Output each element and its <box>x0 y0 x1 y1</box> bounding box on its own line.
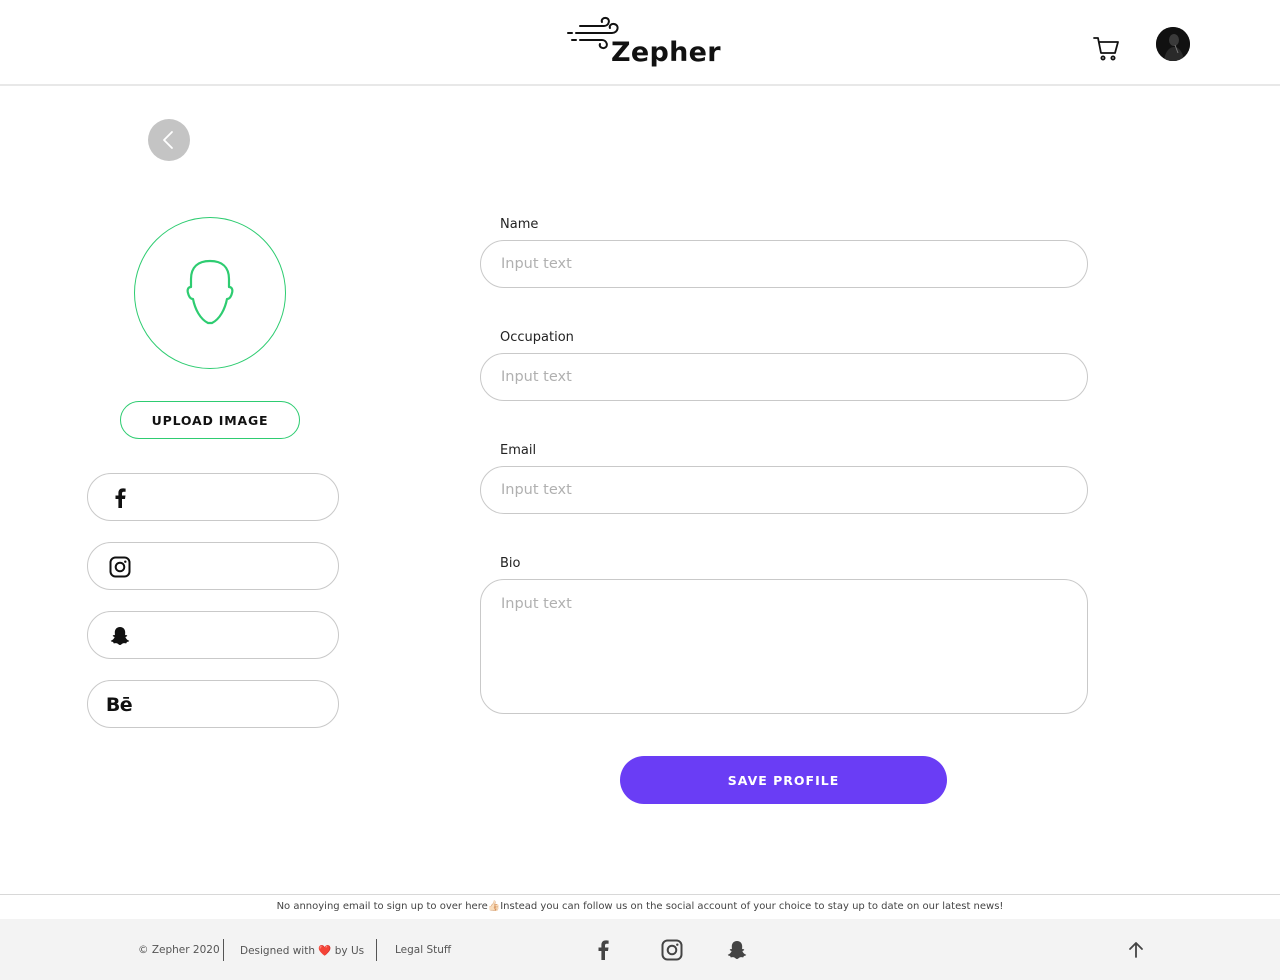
footer-facebook-icon[interactable] <box>591 938 615 962</box>
cart-button[interactable] <box>1092 34 1120 62</box>
by-us-label: by Us <box>334 945 365 957</box>
snapchat-icon <box>108 624 132 648</box>
profile-photo-placeholder[interactable] <box>134 217 286 369</box>
cart-icon <box>1093 37 1119 61</box>
top-header: Zepher <box>0 0 1280 86</box>
behance-field[interactable]: Bē <box>87 680 339 728</box>
designed-with-label: Designed with <box>240 945 315 957</box>
footer-bar: © Zepher 2020 Designed with ❤️ by Us Leg… <box>0 919 1280 980</box>
occupation-label: Occupation <box>500 330 574 345</box>
copyright-text: © Zepher 2020 <box>138 944 220 956</box>
legal-stuff-link[interactable]: Legal Stuff <box>395 944 451 956</box>
snapchat-field[interactable] <box>87 611 339 659</box>
name-input[interactable] <box>480 240 1088 288</box>
footer-divider <box>0 894 1280 895</box>
instagram-field[interactable] <box>87 542 339 590</box>
instagram-input[interactable] <box>144 551 324 581</box>
upload-image-button[interactable]: UPLOAD IMAGE <box>120 401 300 439</box>
avatar-image <box>1156 27 1190 61</box>
brand-name: Zepher <box>611 37 721 68</box>
arrow-up-icon <box>1129 942 1143 958</box>
designed-with-text: Designed with ❤️ by Us <box>240 944 364 957</box>
scroll-to-top-button[interactable] <box>1124 938 1148 962</box>
facebook-icon <box>108 486 132 510</box>
email-label: Email <box>500 443 537 458</box>
email-input[interactable] <box>480 466 1088 514</box>
footer-separator <box>223 939 224 961</box>
behance-input[interactable] <box>144 689 324 719</box>
facebook-field[interactable] <box>87 473 339 521</box>
instagram-icon <box>108 555 132 579</box>
user-avatar[interactable] <box>1156 27 1190 61</box>
footer-instagram-icon[interactable] <box>660 938 684 962</box>
heart-icon: ❤️ <box>318 945 332 957</box>
footer-note: No annoying email to sign up to over her… <box>0 901 1280 912</box>
footer-note-text-start: No annoying email to sign up to over her… <box>276 901 488 912</box>
head-outline-icon <box>186 259 234 325</box>
zepher-logo[interactable]: Zepher <box>566 16 726 72</box>
footer-separator <box>376 939 377 961</box>
name-label: Name <box>500 217 539 232</box>
behance-icon: Bē <box>105 694 133 716</box>
bio-textarea[interactable] <box>480 579 1088 714</box>
facebook-input[interactable] <box>144 482 324 512</box>
footer-note-text-end: Instead you can follow us on the social … <box>500 901 1004 912</box>
save-profile-button[interactable]: SAVE PROFILE <box>620 756 947 804</box>
footer-snapchat-icon[interactable] <box>725 938 749 962</box>
back-button[interactable] <box>148 119 190 161</box>
thumbs-up-emoji: 👍🏻 <box>487 901 501 912</box>
chevron-left-icon <box>163 131 173 149</box>
bio-label: Bio <box>500 556 521 571</box>
snapchat-input[interactable] <box>144 620 324 650</box>
occupation-input[interactable] <box>480 353 1088 401</box>
